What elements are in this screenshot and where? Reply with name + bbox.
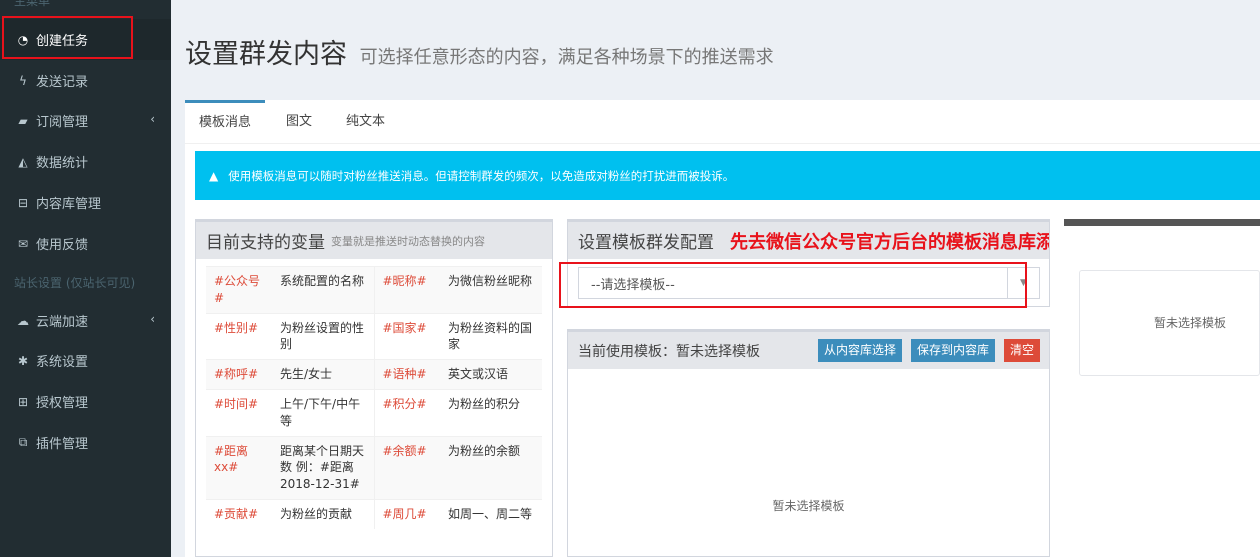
variable-desc: 距离某个日期天数 例：#距离2018-12-31# [272, 435, 375, 500]
variables-panel-header: 目前支持的变量 变量就是推送时动态替换的内容 [196, 222, 552, 259]
annotation-note: 先去微信公众号官方后台的模板消息库添加合适的模板 [730, 231, 1049, 253]
preview-header-bar [1064, 219, 1260, 226]
variable-desc: 为粉丝设置的性别 [272, 312, 375, 360]
tab-template-message[interactable]: 模板消息 [185, 100, 266, 144]
select-from-library-button[interactable]: 从内容库选择 [818, 339, 903, 362]
table-row: #贡献# 为粉丝的贡献 #周几# 如周一、周二等 [206, 498, 542, 529]
table-row: #公众号# 系统配置的名称 #昵称# 为微信粉丝昵称 [206, 266, 542, 314]
sidebar-item-label: 数据统计 [36, 156, 89, 171]
variables-title: 目前支持的变量 [206, 233, 325, 253]
hdd-icon: ⊟ [17, 195, 29, 210]
alert-text: 使用模板消息可以随时对粉丝推送消息。但请控制群发的频次，以免造成对粉丝的打扰进而… [228, 168, 735, 183]
sidebar-item-label: 使用反馈 [36, 238, 89, 253]
variable-desc: 系统配置的名称 [272, 266, 375, 314]
variable-desc: 为微信粉丝昵称 [440, 266, 542, 314]
sidebar-item-subscription[interactable]: ▰ 订阅管理 ‹ [0, 100, 171, 141]
tab-article[interactable]: 图文 [272, 100, 326, 144]
variable-key: #贡献# [206, 498, 272, 529]
sidebar-item-label: 内容库管理 [36, 197, 102, 212]
table-row: #性别# 为粉丝设置的性别 #国家# 为粉丝资料的国家 [206, 312, 542, 360]
highlight-annotation [2, 16, 133, 59]
chevron-left-icon: ‹ [150, 112, 155, 126]
variable-desc: 先生/女士 [272, 359, 375, 390]
tab-bar: 模板消息 图文 纯文本 [185, 100, 1260, 144]
empty-state-text: 暂未选择模板 [772, 499, 845, 513]
variable-desc: 为粉丝资料的国家 [440, 312, 542, 360]
envelope-icon: ✉ [17, 236, 29, 251]
variable-key: #国家# [374, 312, 440, 360]
page-title: 设置群发内容 [185, 39, 347, 70]
variable-key: #公众号# [206, 266, 272, 314]
variable-key: #余额# [374, 435, 440, 500]
content-box: 模板消息 图文 纯文本 ▲ 使用模板消息可以随时对粉丝推送消息。但请控制群发的频… [185, 100, 1260, 557]
sidebar-item-license[interactable]: ⊞ 授权管理 [0, 381, 171, 422]
table-row: #时间# 上午/下午/中午等 #积分# 为粉丝的积分 [206, 388, 542, 437]
variables-subtitle: 变量就是推送时动态替换的内容 [331, 234, 485, 248]
variable-key: #昵称# [374, 266, 440, 314]
variable-desc: 为粉丝的贡献 [272, 498, 375, 529]
variables-panel: 目前支持的变量 变量就是推送时动态替换的内容 #公众号# 系统配置的名称 #昵称… [195, 219, 553, 557]
info-alert: ▲ 使用模板消息可以随时对粉丝推送消息。但请控制群发的频次，以免造成对粉丝的打扰… [195, 151, 1260, 200]
sidebar-item-feedback[interactable]: ✉ 使用反馈 [0, 223, 171, 264]
sidebar-item-send-log[interactable]: ϟ 发送记录 [0, 60, 171, 101]
cart-icon: ⊞ [17, 394, 29, 409]
sidebar-item-label: 订阅管理 [36, 115, 89, 130]
variable-desc: 为粉丝的余额 [440, 435, 542, 500]
sidebar-item-settings[interactable]: ✱ 系统设置 [0, 340, 171, 381]
variables-table: #公众号# 系统配置的名称 #昵称# 为微信粉丝昵称 #性别# 为粉丝设置的性别… [206, 266, 542, 529]
area-chart-icon: ◭ [18, 154, 28, 169]
variable-desc: 为粉丝的积分 [440, 388, 542, 437]
clear-button[interactable]: 清空 [1004, 339, 1041, 362]
sidebar-item-label: 系统设置 [36, 355, 89, 370]
current-template-title: 当前使用模板：暂未选择模板 [578, 343, 760, 360]
asterisk-icon: ✱ [17, 353, 29, 368]
sidebar-item-plugins[interactable]: ⧉ 插件管理 [0, 422, 171, 463]
variable-key: #语种# [374, 359, 440, 390]
warning-icon: ▲ [209, 168, 219, 183]
sidebar-item-label: 云端加速 [36, 315, 89, 330]
current-template-panel: 当前使用模板：暂未选择模板 从内容库选择 保存到内容库 清空 暂未选择模板 [567, 329, 1050, 557]
bolt-icon: ϟ [19, 73, 27, 88]
table-row: #称呼# 先生/女士 #语种# 英文或汉语 [206, 359, 542, 390]
puzzle-icon: ⧉ [18, 435, 28, 449]
sidebar-item-label: 授权管理 [36, 396, 89, 411]
sidebar-section-header: 站长设置 (仅站长可见) [14, 276, 136, 290]
variable-key: #称呼# [206, 359, 272, 390]
sidebar-item-content-library[interactable]: ⊟ 内容库管理 [0, 182, 171, 223]
variable-key: #距离xx# [206, 435, 272, 500]
variable-key: #周几# [374, 498, 440, 529]
variable-desc: 上午/下午/中午等 [272, 388, 375, 437]
variable-key: #时间# [206, 388, 272, 437]
sidebar: 主菜单 ◔ 创建任务 ϟ 发送记录 ▰ 订阅管理 ‹ ◭ 数据统计 ⊟ 内容库管… [0, 0, 171, 557]
preview-empty-text: 暂未选择模板 [1154, 316, 1227, 330]
variable-desc: 英文或汉语 [440, 359, 542, 390]
page-header: 设置群发内容 可选择任意形态的内容，满足各种场景下的推送需求 [185, 32, 774, 71]
sidebar-header: 主菜单 [14, 0, 51, 8]
table-row: #距离xx# 距离某个日期天数 例：#距离2018-12-31# #余额# 为粉… [206, 435, 542, 500]
sidebar-item-cloud[interactable]: ☁ 云端加速 ‹ [0, 300, 171, 341]
config-panel-header: 设置模板群发配置 先去微信公众号官方后台的模板消息库添加合适的模板 [568, 222, 1049, 259]
sidebar-item-label: 发送记录 [36, 75, 89, 90]
config-title: 设置模板群发配置 [578, 233, 714, 253]
variable-key: #积分# [374, 388, 440, 437]
preview-card: 暂未选择模板 [1079, 270, 1260, 376]
current-panel-header: 当前使用模板：暂未选择模板 从内容库选择 保存到内容库 清空 [568, 332, 1049, 369]
save-to-library-button[interactable]: 保存到内容库 [911, 339, 996, 362]
chevron-left-icon: ‹ [150, 312, 155, 326]
page-subtitle: 可选择任意形态的内容，满足各种场景下的推送需求 [359, 47, 774, 68]
book-icon: ▰ [18, 113, 28, 128]
variable-key: #性别# [206, 312, 272, 360]
highlight-annotation [559, 262, 1027, 308]
sidebar-item-statistics[interactable]: ◭ 数据统计 [0, 141, 171, 182]
cloud-icon: ☁ [17, 313, 29, 328]
variable-desc: 如周一、周二等 [440, 498, 542, 529]
tab-plain-text[interactable]: 纯文本 [332, 100, 399, 144]
sidebar-item-label: 插件管理 [36, 437, 89, 452]
